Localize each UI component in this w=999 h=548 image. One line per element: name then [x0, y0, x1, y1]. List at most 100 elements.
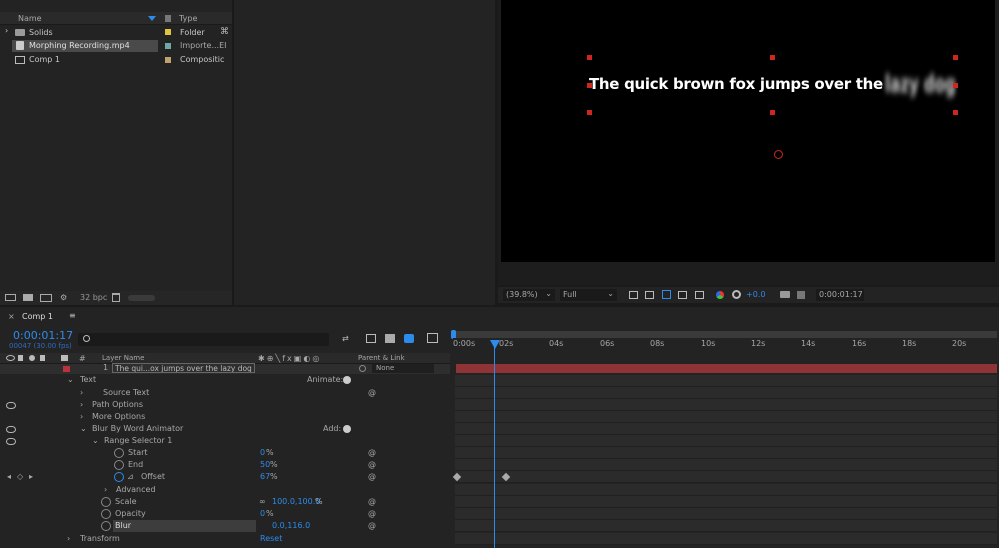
label-tag-icon[interactable] — [61, 355, 68, 361]
lock-icon[interactable] — [40, 355, 45, 361]
close-icon[interactable]: × — [8, 312, 15, 321]
draft-3d-icon[interactable] — [366, 334, 376, 343]
pickwhip-icon[interactable] — [359, 365, 366, 372]
bbox-handle[interactable] — [770, 55, 775, 60]
prop-animator[interactable]: ⌄ Blur By Word Animator Add: — [0, 423, 450, 435]
bbox-handle[interactable] — [953, 110, 958, 115]
current-time[interactable]: 0:00:01:17 — [13, 329, 73, 342]
playhead-handle[interactable] — [490, 340, 500, 349]
shy-layers-icon[interactable] — [385, 334, 395, 343]
expression-icon[interactable]: @ — [368, 471, 376, 483]
prop-blur[interactable]: Blur 0.0,116.0 @ — [0, 520, 450, 532]
prop-value[interactable]: 0 — [260, 508, 265, 520]
playhead-line[interactable] — [494, 347, 495, 548]
layer-bar[interactable] — [456, 364, 997, 373]
layer-name[interactable]: The qui...ox jumps over the lazy dog — [112, 363, 255, 373]
prop-source-text[interactable]: › Source Text @ — [0, 387, 450, 399]
comp-canvas[interactable]: The quick brown fox jumps over the lazy … — [501, 0, 995, 262]
switches-icons[interactable]: ✱⊕╲fx▣◐◎ — [258, 354, 321, 363]
eye-icon[interactable] — [6, 355, 15, 361]
animate-button[interactable] — [343, 376, 351, 384]
bbox-handle[interactable] — [587, 110, 592, 115]
snapshot-region-icon[interactable] — [629, 291, 638, 299]
project-item-selected[interactable]: Morphing Recording.mp4 Importe...EI — [0, 40, 232, 52]
bbox-handle[interactable] — [953, 55, 958, 60]
prop-scale[interactable]: Scale ∞ 100.0,100.0 % @ — [0, 496, 450, 508]
zoom-dropdown[interactable]: (39.8%) ⌄ — [503, 289, 555, 301]
bpc-toggle[interactable]: 32 bpc — [80, 293, 107, 302]
project-item[interactable]: Comp 1 Compositic — [0, 54, 232, 66]
viewer-timecode[interactable]: 0:00:01:17 — [816, 289, 864, 301]
prop-value[interactable]: 100.0,100.0 — [272, 496, 320, 508]
next-keyframe-icon[interactable]: ▸ — [29, 471, 33, 483]
prop-range-selector[interactable]: ⌄ Range Selector 1 — [0, 435, 450, 447]
prev-keyframe-icon[interactable]: ◂ — [7, 471, 11, 483]
prop-value[interactable]: 0 — [260, 447, 265, 459]
timeline-tab[interactable]: Comp 1 — [22, 312, 53, 321]
exposure-reset-icon[interactable] — [732, 290, 741, 299]
thumbnail-slider[interactable] — [128, 295, 155, 301]
anchor-point-icon[interactable] — [774, 150, 783, 159]
col-layer-name[interactable]: Layer Name — [102, 354, 144, 362]
add-button[interactable] — [343, 425, 351, 433]
prop-value[interactable]: 67 — [260, 471, 270, 483]
label-color-swatch[interactable] — [63, 366, 70, 372]
stopwatch-icon[interactable] — [114, 460, 124, 470]
chevron-right-icon[interactable]: › — [5, 26, 8, 35]
graph-editor-icon[interactable] — [427, 333, 438, 343]
stopwatch-icon[interactable] — [101, 497, 111, 507]
comp-flowchart-icon[interactable]: ⇄ — [342, 334, 349, 343]
col-name-header[interactable]: Name — [18, 14, 42, 23]
chevron-down-icon[interactable]: ⌄ — [67, 374, 74, 386]
project-item[interactable]: › Solids Folder ⌘ — [0, 26, 232, 39]
flowchart-icon[interactable]: ⌘ — [220, 27, 229, 37]
show-snapshot-icon[interactable] — [797, 291, 805, 299]
prop-path-options[interactable]: › Path Options — [0, 399, 450, 411]
stopwatch-icon[interactable] — [114, 448, 124, 458]
expression-icon[interactable]: @ — [368, 496, 376, 508]
chevron-right-icon[interactable]: › — [80, 399, 83, 411]
bbox-handle[interactable] — [587, 55, 592, 60]
link-icon[interactable]: ∞ — [259, 496, 266, 508]
graph-icon[interactable]: ⊿ — [127, 471, 134, 483]
new-folder-icon[interactable] — [23, 294, 33, 301]
chevron-right-icon[interactable]: › — [80, 387, 83, 399]
col-parent[interactable]: Parent & Link — [358, 354, 405, 362]
prop-value[interactable]: 50 — [260, 459, 270, 471]
chevron-down-icon[interactable]: ⌄ — [80, 423, 87, 435]
channels-icon[interactable] — [695, 291, 704, 299]
col-type-header[interactable]: Type — [179, 14, 197, 23]
layer-row[interactable]: 1 The qui...ox jumps over the lazy dog N… — [0, 363, 450, 374]
bbox-handle[interactable] — [953, 83, 958, 88]
search-input[interactable] — [78, 333, 329, 346]
expression-icon[interactable]: @ — [368, 387, 376, 399]
prop-transform[interactable]: › Transform Reset — [0, 533, 450, 545]
transparency-grid-icon[interactable] — [645, 291, 654, 299]
exposure-value[interactable]: +0.0 — [746, 290, 765, 299]
expression-icon[interactable]: @ — [368, 508, 376, 520]
motion-blur-icon[interactable] — [404, 334, 414, 343]
parent-dropdown[interactable]: None — [372, 364, 434, 373]
chevron-right-icon[interactable]: › — [104, 484, 107, 496]
time-ruler[interactable]: 0:00s 02s 04s 06s 08s 10s 12s 14s 16s 18… — [453, 338, 997, 351]
label-color-swatch[interactable] — [165, 29, 171, 35]
chevron-down-icon[interactable]: ⌄ — [92, 435, 99, 447]
resolution-dropdown[interactable]: Full ⌄ — [560, 289, 617, 301]
expression-icon[interactable]: @ — [368, 447, 376, 459]
camera-icon[interactable] — [780, 291, 790, 298]
reset-link[interactable]: Reset — [260, 533, 282, 545]
prop-end[interactable]: End 50 % @ — [0, 459, 450, 471]
interpret-footage-icon[interactable] — [5, 294, 16, 301]
expression-icon[interactable]: @ — [368, 459, 376, 471]
eye-icon[interactable] — [6, 426, 16, 433]
prop-offset[interactable]: ◂ ◇ ▸ ⊿ Offset 67 % @ — [0, 471, 450, 483]
prop-opacity[interactable]: Opacity 0 % @ — [0, 508, 450, 520]
chevron-right-icon[interactable]: › — [80, 411, 83, 423]
audio-icon[interactable] — [18, 355, 23, 361]
work-area-bar[interactable] — [453, 331, 997, 338]
trash-icon[interactable] — [112, 293, 120, 302]
eye-icon[interactable] — [6, 438, 16, 445]
add-keyframe-icon[interactable]: ◇ — [17, 471, 23, 483]
rgb-channels-icon[interactable] — [716, 291, 724, 299]
chevron-right-icon[interactable]: › — [67, 533, 70, 545]
